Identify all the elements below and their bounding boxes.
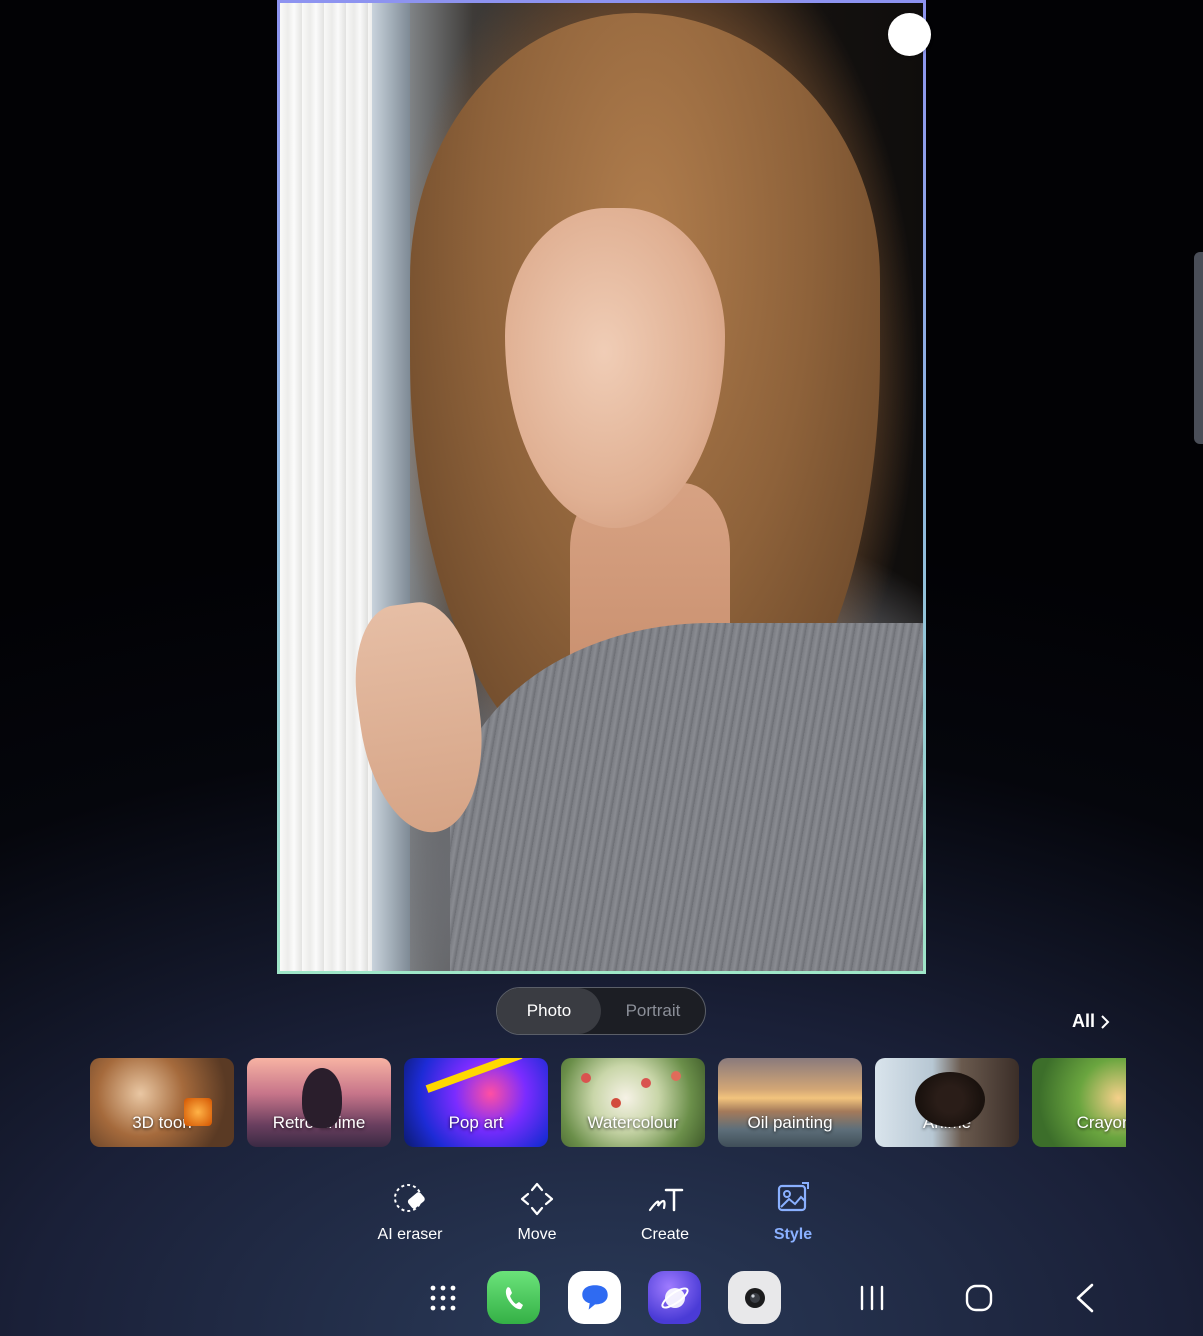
style-card-3d-toon[interactable]: 3D toon	[90, 1058, 234, 1147]
create-button[interactable]: Create	[620, 1180, 710, 1244]
style-icon	[777, 1182, 809, 1212]
all-styles-label: All	[1072, 1011, 1096, 1031]
style-card-pop-art[interactable]: Pop art	[404, 1058, 548, 1147]
home-button[interactable]	[961, 1280, 997, 1316]
side-panel-handle[interactable]	[1194, 252, 1203, 444]
messages-app[interactable]	[568, 1271, 621, 1324]
tab-photo[interactable]: Photo	[497, 988, 601, 1034]
back-icon	[1076, 1283, 1094, 1313]
style-card-label: Pop art	[448, 1113, 504, 1132]
chevron-right-icon	[1101, 1014, 1110, 1029]
phone-icon	[505, 1286, 523, 1309]
mode-segmented-control: Photo Portrait	[496, 987, 706, 1035]
all-styles-link[interactable]: All	[1072, 1011, 1111, 1032]
photo-canvas[interactable]	[277, 0, 926, 974]
recents-icon	[860, 1285, 884, 1311]
move-icon	[520, 1182, 554, 1216]
tool-label: Move	[517, 1226, 557, 1243]
ai-eraser-icon	[394, 1184, 425, 1212]
style-card-watercolour[interactable]: Watercolour	[561, 1058, 705, 1147]
create-icon	[648, 1188, 684, 1212]
ai-eraser-button[interactable]: AI eraser	[365, 1180, 455, 1244]
style-card-label: Crayon	[1076, 1113, 1126, 1132]
style-card-oil-painting[interactable]: Oil painting	[718, 1058, 862, 1147]
tool-label: Style	[773, 1226, 813, 1243]
style-card-retro-anime[interactable]: Retro anime	[247, 1058, 391, 1147]
tool-label: Create	[640, 1226, 690, 1243]
phone-app[interactable]	[487, 1271, 540, 1324]
style-carousel[interactable]: 3D toon Retro anime Pop art Watercolour …	[90, 1058, 1126, 1147]
style-card-label: Watercolour	[587, 1113, 679, 1132]
camera-app[interactable]	[728, 1271, 781, 1324]
move-button[interactable]: Move	[492, 1180, 582, 1244]
style-card-crayon[interactable]: Crayon	[1032, 1058, 1126, 1147]
internet-icon	[660, 1286, 689, 1309]
style-card-label: Anime	[922, 1113, 972, 1132]
tab-portrait[interactable]: Portrait	[601, 988, 705, 1034]
apps-grid-icon[interactable]	[425, 1280, 461, 1316]
camera-icon	[744, 1287, 765, 1308]
style-button[interactable]: Style	[748, 1180, 838, 1244]
style-card-label: Oil painting	[747, 1113, 833, 1132]
style-card-label: Retro anime	[272, 1113, 366, 1132]
back-button[interactable]	[1068, 1280, 1104, 1316]
internet-app[interactable]	[648, 1271, 701, 1324]
home-icon	[965, 1284, 993, 1312]
messages-icon	[581, 1284, 608, 1310]
style-card-label: 3D toon	[132, 1113, 192, 1132]
recents-button[interactable]	[854, 1280, 890, 1316]
tool-label: AI eraser	[377, 1226, 443, 1243]
style-card-anime[interactable]: Anime	[875, 1058, 1019, 1147]
crop-handle[interactable]	[888, 13, 931, 56]
photo-window-edge	[372, 3, 410, 971]
